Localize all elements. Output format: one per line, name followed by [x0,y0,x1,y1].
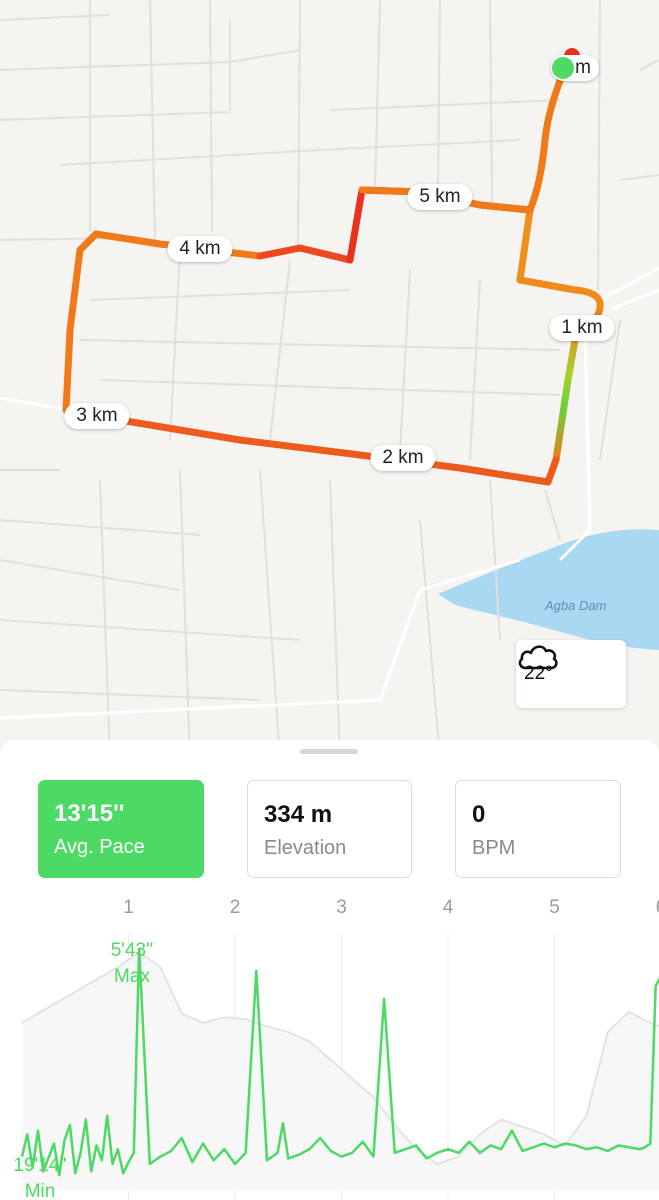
elevation-series [21,951,659,1190]
water-label: Agba Dam [545,598,607,613]
x-tick-label: 1 [123,897,134,918]
avg-pace-value: 13'15'' [54,800,125,827]
weather-widget[interactable]: 22° [516,640,626,708]
min-pace-text: Min [25,1181,56,1200]
pace-chart[interactable]: 123456 5'43'' Max 19'14'' Min [0,890,659,1200]
x-tick-label: 5 [549,897,560,918]
max-pace-value: 5'43'' [111,940,154,961]
x-tick-label: 2 [230,897,241,918]
x-tick-label: 3 [336,897,347,918]
elevation-label: Elevation [264,837,347,859]
max-pace-text: Max [114,966,150,987]
bpm-tab[interactable]: 0 BPM [455,780,621,878]
min-pace-value: 19'14'' [13,1155,66,1176]
avg-pace-tab[interactable]: 13'15'' Avg. Pace [38,780,204,878]
finish-km-marker: m [551,55,599,81]
x-tick-label: 4 [443,897,454,918]
elevation-tab[interactable]: 334 m Elevation [247,780,412,878]
elevation-value: 334 m [264,801,333,828]
route-path [62,56,604,486]
sheet-drag-handle[interactable] [300,749,358,754]
km-marker-3: 3 km [64,403,130,429]
bpm-value: 0 [472,801,486,828]
km-marker-5: 5 km [407,184,473,210]
km-marker-2: 2 km [370,445,436,471]
x-axis-ticks: 123456 [123,897,659,918]
avg-pace-label: Avg. Pace [54,836,145,858]
km-marker-4: 4 km [167,236,233,262]
route-map[interactable]: 1 km 2 km 3 km 4 km 5 km m Agba Dam 22° [0,0,659,760]
dam-water [438,529,659,650]
elevation-area [22,952,659,1190]
bpm-label: BPM [472,837,516,859]
km-marker-1: 1 km [549,315,615,341]
